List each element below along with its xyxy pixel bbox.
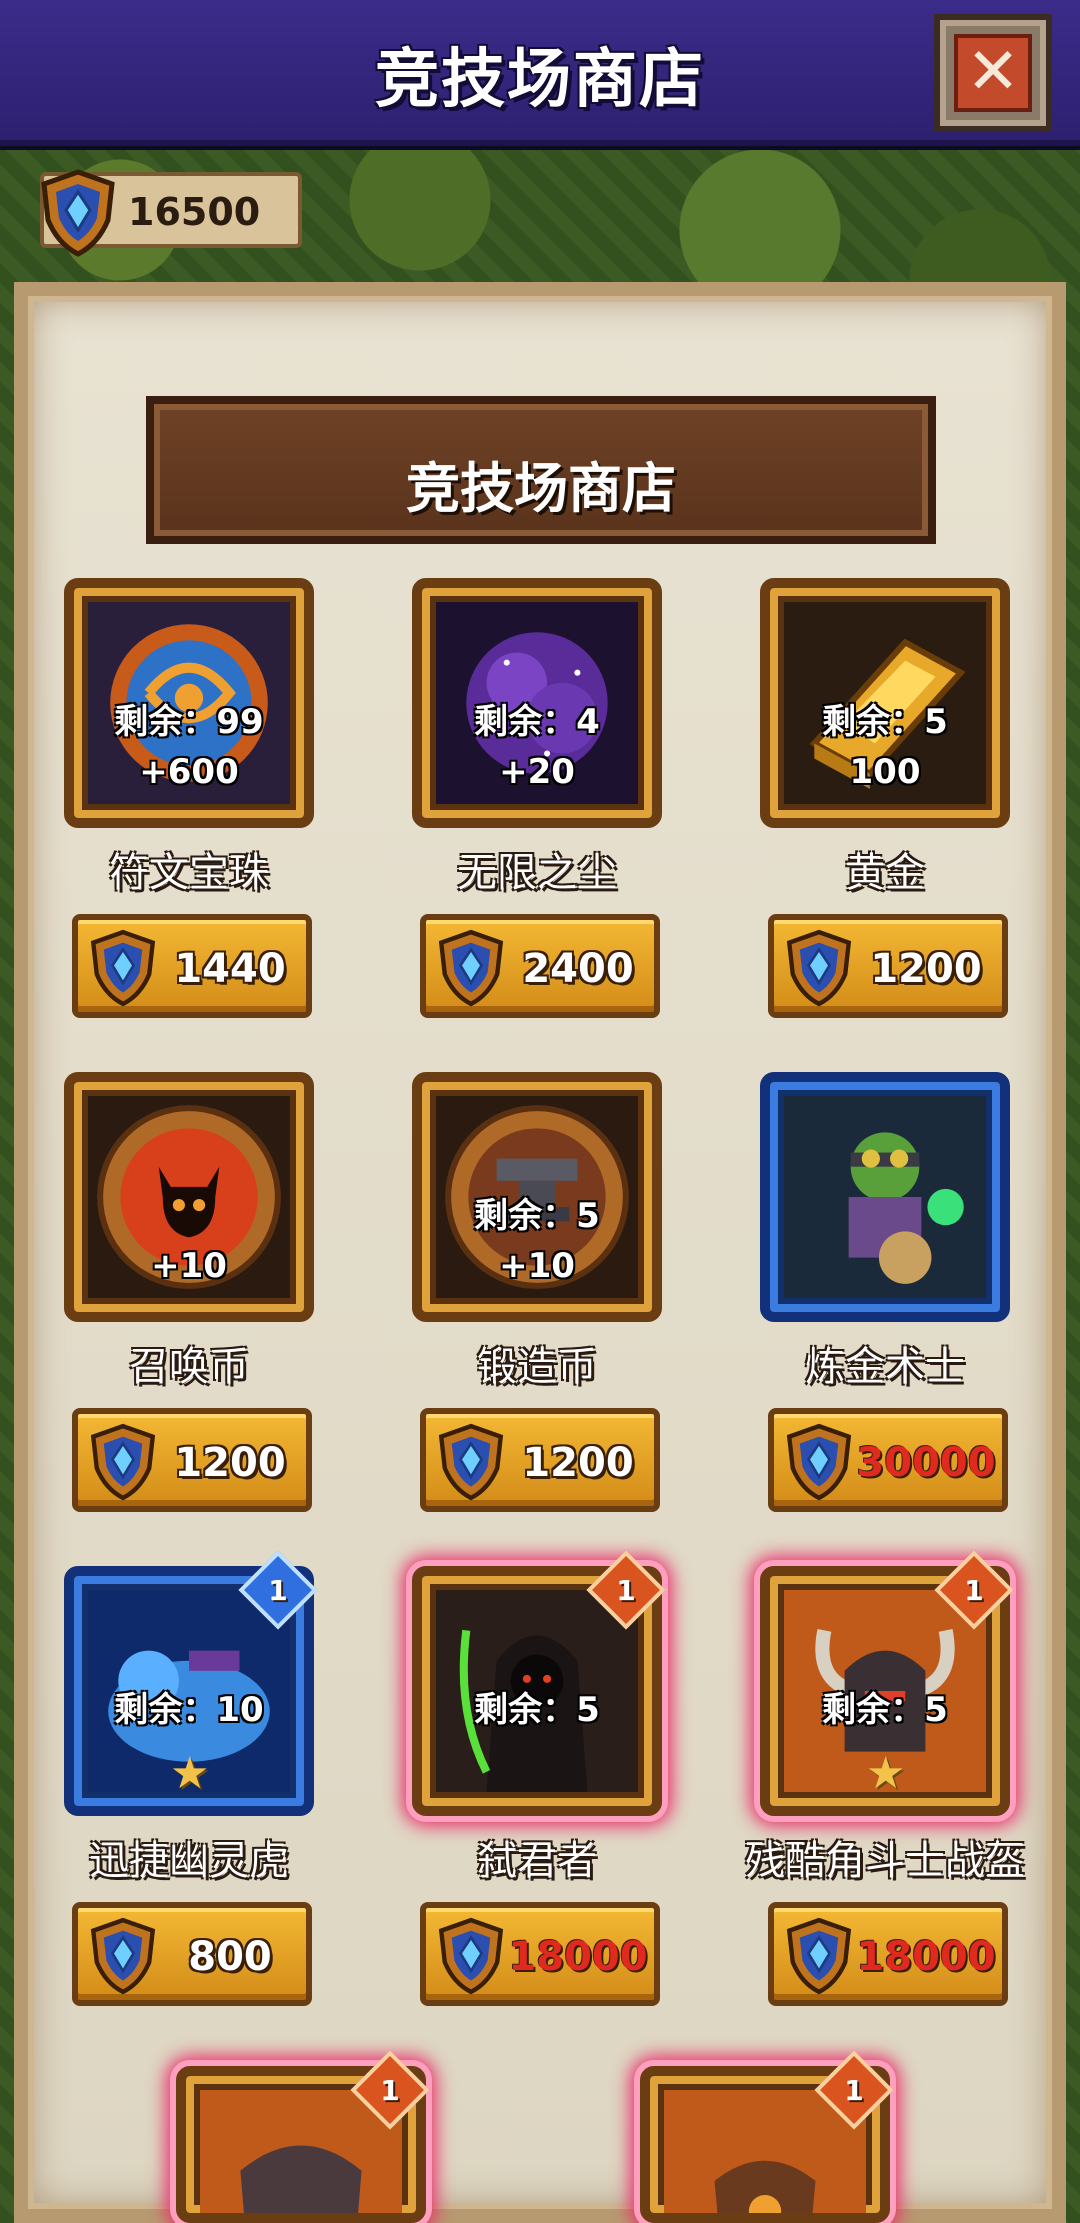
page-title: 竞技场商店 <box>375 43 705 117</box>
item-remaining: 剩余：5 <box>822 1690 948 1730</box>
item-remaining: 剩余：99 <box>114 702 264 742</box>
item-name: 迅捷幽灵虎 <box>89 1838 289 1884</box>
item-price: 1200 <box>174 1440 286 1486</box>
item-name: 炼金术士 <box>805 1344 965 1390</box>
arena-shield-icon <box>438 929 504 1007</box>
star-icon: ★ <box>866 1748 906 1799</box>
buy-button[interactable]: 2400 <box>420 914 660 1018</box>
item-icon-frame[interactable]: +10 <box>64 1072 314 1322</box>
item-name: 锻造币 <box>477 1344 597 1390</box>
rarity-level: 1 <box>268 1574 288 1607</box>
rarity-level: 1 <box>964 1574 984 1607</box>
item-icon-frame[interactable]: 剩余：99 +600 <box>64 578 314 828</box>
arena-shield-icon <box>90 1917 156 1995</box>
buy-button[interactable]: 1200 <box>768 914 1008 1018</box>
arena-shield-icon <box>438 1917 504 1995</box>
item-name: 残酷角斗士战盔 <box>745 1838 1025 1884</box>
item-amount: +10 <box>151 1246 227 1286</box>
item-price: 1440 <box>174 946 286 992</box>
item-price: 800 <box>188 1934 272 1980</box>
item-remaining: 剩余：5 <box>474 1196 600 1236</box>
arena-shield-icon <box>786 1423 852 1501</box>
arena-shield-icon <box>41 169 115 257</box>
close-button[interactable]: ✕ <box>934 14 1052 132</box>
arena-shield-icon <box>438 1423 504 1501</box>
rarity-level: 1 <box>844 2074 864 2107</box>
item-price: 18000 <box>856 1934 996 1980</box>
item-price: 2400 <box>522 946 634 992</box>
arena-shield-icon <box>786 929 852 1007</box>
rarity-level: 1 <box>380 2074 400 2107</box>
item-price: 30000 <box>856 1440 996 1486</box>
item-name: 黄金 <box>845 850 925 896</box>
arena-shield-icon <box>90 929 156 1007</box>
item-name: 无限之尘 <box>457 850 617 896</box>
item-amount: +600 <box>139 752 239 792</box>
item-name: 弑君者 <box>477 1838 597 1884</box>
item-remaining: 剩余：5 <box>474 1690 600 1730</box>
item-amount: +20 <box>499 752 575 792</box>
item-icon-frame[interactable]: 剩余：5 +10 <box>412 1072 662 1322</box>
close-icon: ✕ <box>954 34 1032 112</box>
star-icon: ★ <box>170 1748 210 1799</box>
buy-button[interactable]: 800 <box>72 1902 312 2006</box>
item-remaining: 剩余：4 <box>474 702 600 742</box>
arena-shield-icon <box>90 1423 156 1501</box>
banner-title: 竞技场商店 <box>406 457 676 520</box>
item-remaining: 剩余：5 <box>822 702 948 742</box>
buy-button[interactable]: 30000 <box>768 1408 1008 1512</box>
item-icon-frame[interactable]: 剩余：5 100 <box>760 578 1010 828</box>
item-icon-frame[interactable] <box>760 1072 1010 1322</box>
rarity-level: 1 <box>616 1574 636 1607</box>
buy-button[interactable]: 1200 <box>72 1408 312 1512</box>
item-name: 召唤币 <box>129 1344 249 1390</box>
currency-value: 16500 <box>128 190 261 234</box>
item-price: 1200 <box>522 1440 634 1486</box>
buy-button[interactable]: 18000 <box>768 1902 1008 2006</box>
buy-button[interactable]: 1440 <box>72 914 312 1018</box>
item-price: 18000 <box>508 1934 648 1980</box>
item-amount: 100 <box>849 752 921 792</box>
item-remaining: 剩余：10 <box>114 1690 264 1730</box>
shop-item[interactable]: 1 <box>176 2050 430 2223</box>
item-icon-frame[interactable]: 剩余：4 +20 <box>412 578 662 828</box>
alchemist-hero-icon <box>784 1096 986 1298</box>
currency-display: 16500 <box>40 169 302 257</box>
header-bar: 竞技场商店 ✕ <box>0 0 1080 146</box>
buy-button[interactable]: 1200 <box>420 1408 660 1512</box>
arena-shield-icon <box>786 1917 852 1995</box>
shop-banner: 竞技场商店 <box>146 396 936 544</box>
buy-button[interactable]: 18000 <box>420 1902 660 2006</box>
item-price: 1200 <box>870 946 982 992</box>
shop-item[interactable]: 1 <box>640 2050 894 2223</box>
item-name: 符文宝珠 <box>109 850 269 896</box>
item-amount: +10 <box>499 1246 575 1286</box>
